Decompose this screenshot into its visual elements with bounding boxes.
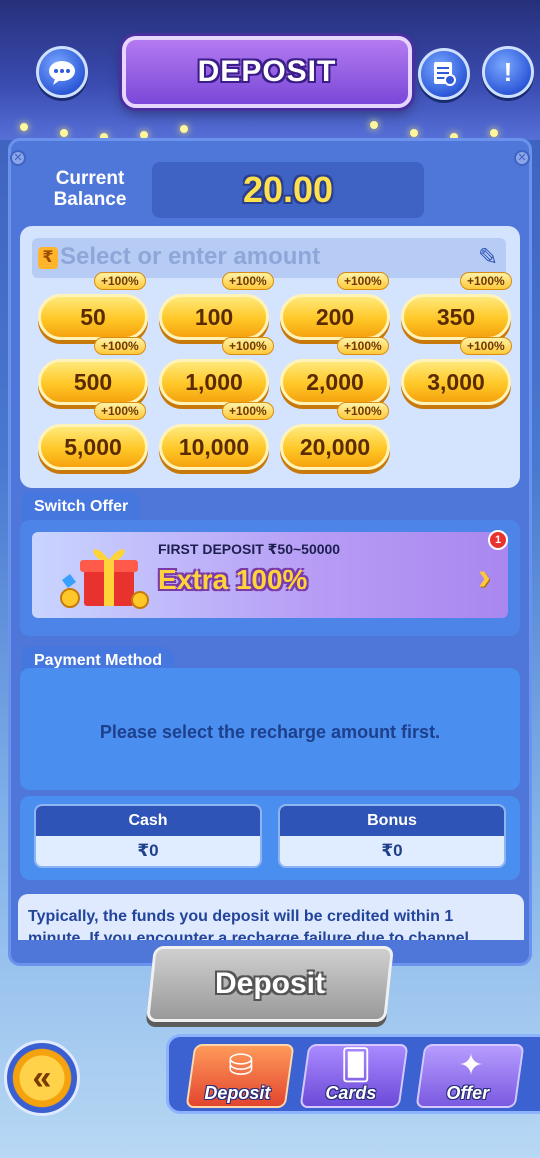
amount-option-50[interactable]: 50: [38, 294, 148, 340]
bonus-tag: +100%: [94, 272, 146, 290]
balance-box: 20.00: [152, 162, 424, 218]
bonus-tag: +100%: [337, 402, 389, 420]
bonus-box: Bonus ₹0: [278, 804, 506, 868]
amount-option-200[interactable]: 200: [280, 294, 390, 340]
amount-placeholder: Select or enter amount: [60, 243, 321, 270]
amount-option-1000[interactable]: 1,000: [159, 359, 269, 405]
gift-box-icon: [60, 549, 149, 609]
payment-message: Please select the recharge amount first.: [99, 722, 441, 742]
amount-value: 350: [436, 303, 476, 330]
amount-option-5000[interactable]: 5,000: [38, 424, 148, 470]
corner-bolt-icon: ✕: [10, 150, 26, 166]
nav-label: Offer: [446, 1083, 489, 1103]
records-icon[interactable]: [418, 48, 470, 100]
offer-headline: Extra 100%: [158, 564, 308, 595]
back-double-chevron-icon[interactable]: «: [4, 1040, 80, 1116]
bonus-tag: +100%: [337, 337, 389, 355]
chevron-right-icon[interactable]: ›: [478, 556, 491, 599]
cash-label: Cash: [36, 806, 260, 836]
amount-value: 500: [73, 368, 113, 395]
amount-option-500[interactable]: 500: [38, 359, 148, 405]
amount-value: 2,000: [306, 368, 364, 395]
nav-label: Deposit: [204, 1083, 271, 1103]
page-title: DEPOSIT: [197, 55, 337, 88]
bonus-label: Bonus: [280, 806, 504, 836]
offer-subtitle: FIRST DEPOSIT ₹50~50000: [158, 541, 341, 557]
deposit-button-label: Deposit: [214, 967, 325, 1000]
notification-badge: 1: [488, 530, 508, 550]
bonus-tag: +100%: [222, 272, 274, 290]
amount-value: 200: [315, 303, 355, 330]
cash-value: ₹0: [137, 841, 159, 860]
nav-offer[interactable]: ✦ Offer: [415, 1044, 525, 1108]
bonus-tag: +100%: [460, 337, 512, 355]
nav-label: Cards: [325, 1083, 377, 1103]
cards-icon: 🂠: [340, 1049, 371, 1082]
party-popper-icon: ✦: [458, 1049, 484, 1082]
amount-value: 3,000: [427, 368, 485, 395]
bonus-tag: +100%: [94, 402, 146, 420]
amount-option-350[interactable]: 350: [401, 294, 511, 340]
rupee-icon: ₹: [38, 247, 58, 269]
bonus-tag: +100%: [222, 402, 274, 420]
amount-option-100[interactable]: 100: [159, 294, 269, 340]
nav-deposit[interactable]: ⛁ Deposit: [185, 1044, 295, 1108]
bonus-tag: +100%: [222, 337, 274, 355]
balance-value: 20.00: [242, 169, 334, 210]
amount-value: 1,000: [185, 368, 243, 395]
amount-value: 5,000: [64, 433, 122, 460]
nav-cards[interactable]: 🂠 Cards: [299, 1044, 409, 1108]
amount-value: 100: [194, 303, 234, 330]
bonus-tag: +100%: [94, 337, 146, 355]
amount-value: 50: [80, 303, 106, 330]
bonus-value: ₹0: [381, 841, 403, 860]
amount-value: 10,000: [178, 433, 250, 460]
deposit-note: Typically, the funds you deposit will be…: [18, 894, 524, 940]
switch-offer-tab: Switch Offer: [22, 492, 141, 522]
deposit-button[interactable]: Deposit: [146, 946, 394, 1022]
chips-icon: ⛁: [228, 1049, 254, 1082]
balance-label: Current Balance: [53, 168, 127, 210]
amount-value: 20,000: [299, 433, 371, 460]
amount-option-10000[interactable]: 10,000: [159, 424, 269, 470]
amount-option-2000[interactable]: 2,000: [280, 359, 390, 405]
amount-option-20000[interactable]: 20,000: [280, 424, 390, 470]
corner-bolt-icon: ✕: [514, 150, 530, 166]
amount-option-3000[interactable]: 3,000: [401, 359, 511, 405]
chat-support-icon[interactable]: [36, 46, 88, 98]
bonus-tag: +100%: [337, 272, 389, 290]
exclamation-icon[interactable]: !: [482, 46, 534, 98]
pencil-icon[interactable]: ✎: [474, 244, 502, 272]
cash-box: Cash ₹0: [34, 804, 262, 868]
bonus-tag: +100%: [460, 272, 512, 290]
title-plate: DEPOSIT: [122, 36, 412, 108]
